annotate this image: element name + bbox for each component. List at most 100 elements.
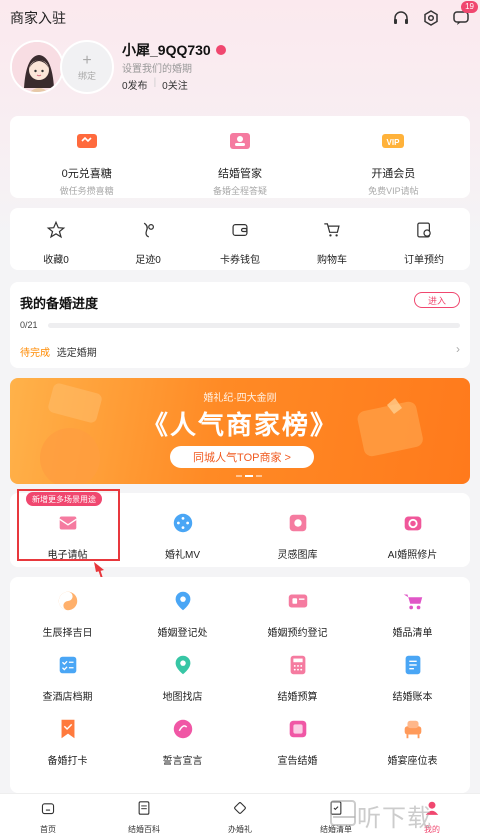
- quick-item-1[interactable]: 足迹0: [102, 208, 194, 270]
- progress-count: 0/21: [20, 320, 38, 330]
- ai-photo-icon: [401, 511, 425, 540]
- banner-top-merchants-button[interactable]: 同城人气TOP商家 >: [170, 446, 314, 468]
- cart-icon: [322, 220, 342, 245]
- tools-grid: 生辰择吉日 婚姻登记处 婚姻预约登记 婚品清单查酒店档期 地图找店 结婚预算 结婚账本备婚打…: [10, 589, 470, 767]
- enter-progress-button[interactable]: 进入: [414, 292, 460, 308]
- checkin-icon: [56, 717, 80, 746]
- feature-item-2[interactable]: 灵感图库: [240, 493, 355, 567]
- shopping-cart-icon: [401, 589, 425, 618]
- gallery-icon: [286, 511, 310, 540]
- tool-item-6[interactable]: 结婚预算: [240, 653, 355, 703]
- quick-label: 收藏0: [43, 255, 69, 266]
- tool-item-1[interactable]: 婚姻登记处: [125, 589, 240, 639]
- progress-title: 我的备婚进度: [20, 296, 99, 311]
- pending-task[interactable]: 待完成 选定婚期: [20, 344, 97, 359]
- quick-item-4[interactable]: 订单预约: [378, 208, 470, 270]
- quick-item-0[interactable]: 收藏0: [10, 208, 102, 270]
- profile-section: + 绑定 小犀_9QQ730 设置我们的婚期 0发布 | 0关注: [10, 40, 470, 98]
- footprint-icon: [138, 220, 158, 245]
- quick-item-3[interactable]: 购物车: [286, 208, 378, 270]
- feature-label: 婚礼MV: [165, 550, 200, 561]
- tool-label: 结婚预算: [277, 692, 318, 703]
- set-wedding-date-link[interactable]: 设置我们的婚期: [122, 60, 192, 75]
- vow-icon: [171, 717, 195, 746]
- username[interactable]: 小犀_9QQ730: [122, 40, 226, 60]
- tool-label: 地图找店: [162, 692, 203, 703]
- progress-bar: [48, 323, 460, 328]
- posts-count[interactable]: 0发布: [122, 77, 148, 92]
- tab-2[interactable]: 办婚礼: [192, 794, 288, 833]
- new-feature-tag: 新增更多场景用途: [26, 492, 102, 506]
- tool-label: 查酒店档期: [42, 692, 93, 703]
- quick-label: 购物车: [317, 255, 347, 266]
- avatar[interactable]: [10, 40, 64, 94]
- tab-0[interactable]: 首页: [0, 794, 96, 833]
- merchant-entry-link[interactable]: 商家入驻: [10, 8, 66, 28]
- quick-item-2[interactable]: 卡券钱包: [194, 208, 286, 270]
- tool-label: 婚姻预约登记: [267, 628, 328, 639]
- service-subtitle: 免费VIP请帖: [368, 186, 419, 196]
- top-bar: 商家入驻 19: [0, 0, 480, 36]
- quick-label: 订单预约: [404, 255, 444, 266]
- bind-partner-button[interactable]: + 绑定: [60, 40, 114, 94]
- tab-1[interactable]: 结婚百科: [96, 794, 192, 833]
- location-icon: [171, 589, 195, 618]
- tool-label: 宣告结婚: [277, 756, 318, 767]
- headset-icon[interactable]: [392, 9, 410, 27]
- banner-title: 《人气商家榜》: [141, 410, 338, 440]
- next-task: 选定婚期: [56, 348, 97, 359]
- vip-icon: VIP: [380, 128, 406, 159]
- quick-actions-card: 收藏0 足迹0 卡券钱包 购物车 订单预约: [10, 208, 470, 270]
- tool-label: 婚宴座位表: [387, 756, 438, 767]
- tool-item-3[interactable]: 婚品清单: [355, 589, 470, 639]
- following-count[interactable]: 0关注: [162, 77, 188, 92]
- tool-label: 结婚账本: [392, 692, 433, 703]
- tool-item-5[interactable]: 地图找店: [125, 653, 240, 703]
- plus-icon: +: [82, 51, 92, 69]
- banner-subtitle: 婚礼纪·四大金刚: [203, 393, 277, 404]
- tool-label: 誓言宣言: [162, 756, 203, 767]
- message-icon[interactable]: 19: [452, 1, 478, 27]
- rings-icon: [231, 799, 249, 822]
- candy-icon: [74, 128, 100, 159]
- service-item-1[interactable]: 结婚管家 备婚全程答疑: [163, 116, 316, 198]
- booking-icon: [286, 589, 310, 618]
- tool-item-8[interactable]: 备婚打卡: [10, 717, 125, 767]
- service-item-2[interactable]: VIP 开通会员 免费VIP请帖: [317, 116, 470, 198]
- username-text: 小犀_9QQ730: [122, 42, 211, 58]
- seat-icon: [401, 717, 425, 746]
- tab-label: 结婚百科: [128, 825, 160, 833]
- book-icon: [135, 799, 153, 822]
- chevron-right-icon: ›: [456, 342, 460, 356]
- tool-label: 备婚打卡: [47, 756, 88, 767]
- promo-banner[interactable]: 婚礼纪·四大金刚 《人气商家榜》 同城人气TOP商家 >: [10, 378, 470, 484]
- feature-item-3[interactable]: AI婚照修片: [355, 493, 470, 567]
- message-badge: 19: [461, 1, 478, 13]
- edit-profile-icon[interactable]: [215, 45, 226, 55]
- tool-item-0[interactable]: 生辰择吉日: [10, 589, 125, 639]
- order-icon: [414, 220, 434, 245]
- tool-item-11[interactable]: 婚宴座位表: [355, 717, 470, 767]
- service-item-0[interactable]: 0元兑喜糖 做任务攒喜糖: [10, 116, 163, 198]
- service-subtitle: 备婚全程答疑: [212, 186, 267, 196]
- ledger-icon: [401, 653, 425, 682]
- feature-item-1[interactable]: 婚礼MV: [125, 493, 240, 567]
- tool-item-7[interactable]: 结婚账本: [355, 653, 470, 703]
- tools-card: 生辰择吉日 婚姻登记处 婚姻预约登记 婚品清单查酒店档期 地图找店 结婚预算 结婚账本备婚打…: [10, 577, 470, 793]
- tool-label: 生辰择吉日: [42, 628, 93, 639]
- svg-text:VIP: VIP: [387, 138, 401, 147]
- services-card: 0元兑喜糖 做任务攒喜糖 结婚管家 备婚全程答疑 VIP 开通会员 免费VIP请帖: [10, 116, 470, 198]
- tool-item-4[interactable]: 查酒店档期: [10, 653, 125, 703]
- wedding-progress-card[interactable]: 我的备婚进度 进入 0/21 待完成 选定婚期 ›: [10, 282, 470, 368]
- feature-label: 灵感图库: [277, 550, 318, 561]
- tool-item-10[interactable]: 宣告结婚: [240, 717, 355, 767]
- gear-icon[interactable]: [422, 9, 440, 27]
- tab-label: 办婚礼: [228, 825, 252, 833]
- feature-label: AI婚照修片: [387, 550, 438, 561]
- pending-label: 待完成: [20, 348, 50, 359]
- bind-label: 绑定: [77, 70, 96, 81]
- tool-label: 婚姻登记处: [157, 628, 208, 639]
- tool-item-9[interactable]: 誓言宣言: [125, 717, 240, 767]
- tool-item-2[interactable]: 婚姻预约登记: [240, 589, 355, 639]
- quick-label: 足迹0: [135, 255, 161, 266]
